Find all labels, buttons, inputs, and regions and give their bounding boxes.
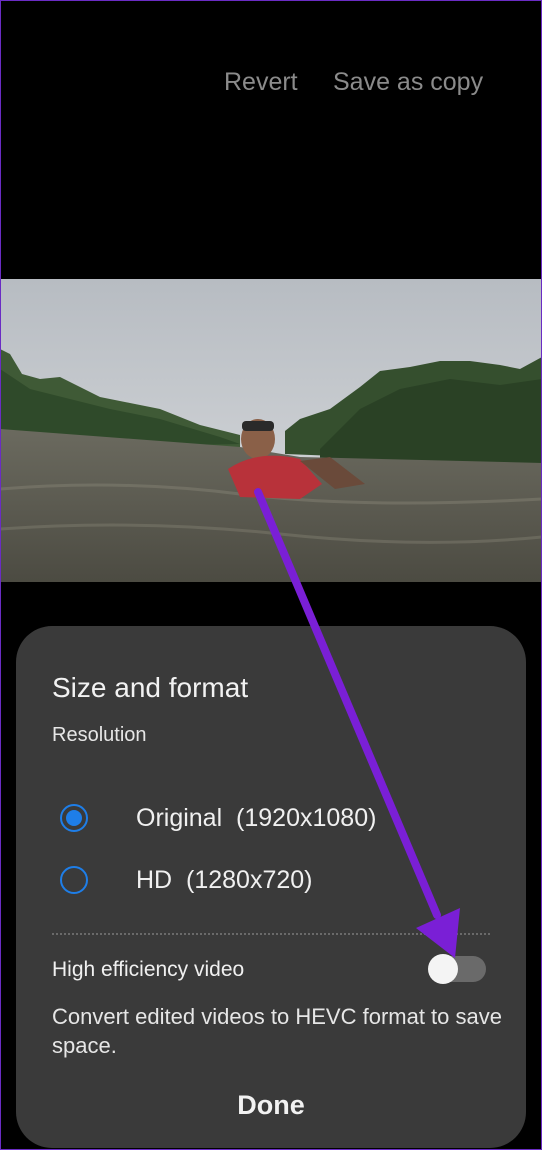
toggle-knob [428,954,458,984]
divider [52,933,490,935]
resolution-label: Resolution [52,724,147,746]
revert-button[interactable]: Revert [224,68,298,97]
high-efficiency-video-description: Convert edited videos to HEVC format to … [52,1004,502,1058]
radio-unselected-icon[interactable] [60,866,88,894]
done-button[interactable]: Done [16,1090,526,1121]
top-bar: Revert Save as copy [0,0,542,170]
video-preview[interactable] [0,279,542,582]
size-and-format-sheet: Size and format Resolution Original (192… [16,626,526,1148]
save-as-copy-button[interactable]: Save as copy [333,68,483,97]
video-preview-image [0,279,542,582]
high-efficiency-video-label: High efficiency video [52,958,245,981]
resolution-option-label: HD (1280x720) [136,866,313,894]
sheet-title: Size and format [52,672,249,703]
resolution-option-original[interactable]: Original (1920x1080) [56,800,496,840]
resolution-option-hd[interactable]: HD (1280x720) [56,862,496,902]
resolution-option-label: Original (1920x1080) [136,804,377,832]
radio-selected-icon[interactable] [60,804,88,832]
high-efficiency-video-toggle[interactable] [428,954,486,984]
